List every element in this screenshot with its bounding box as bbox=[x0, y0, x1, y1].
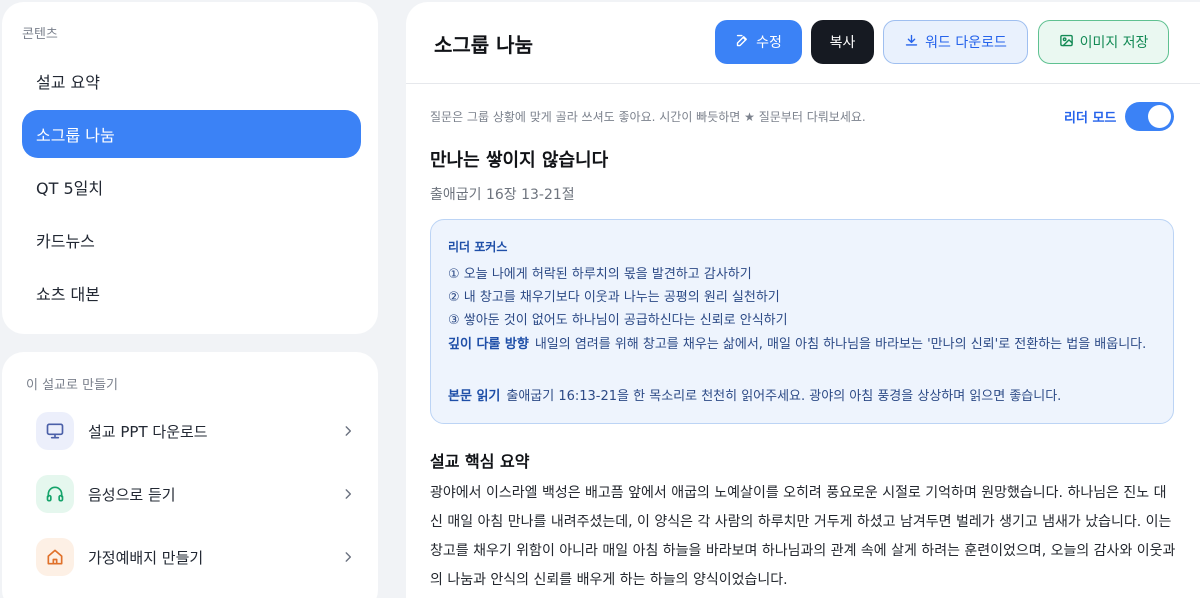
focus-reading-text: 출애굽기 16:13-21을 한 목소리로 천천히 읽어주세요. 광야의 아침 … bbox=[506, 389, 1062, 404]
focus-point: ① 오늘 나에게 허락된 하루치의 몫을 발견하고 감사하기 bbox=[448, 267, 752, 282]
chevron-right-icon bbox=[340, 549, 356, 565]
nav-item-label: 소그룹 나눔 bbox=[36, 126, 115, 145]
make-heading: 이 설교로 만들기 bbox=[26, 378, 118, 393]
edit-button-label: 수정 bbox=[756, 35, 782, 51]
content-nav-panel: 콘텐츠 설교 요약 소그룹 나눔 QT 5일치 카드뉴스 쇼츠 대본 bbox=[2, 2, 378, 334]
nav-item-shorts-script[interactable]: 쇼츠 대본 bbox=[22, 269, 361, 317]
nav-item-small-group[interactable]: 소그룹 나눔 bbox=[22, 110, 361, 158]
main-content-panel: 소그룹 나눔 수정 복사 워드 다운로드 이미지 저장 질문은 그룹 상황에 맞… bbox=[406, 2, 1200, 598]
nav-item-card-news[interactable]: 카드뉴스 bbox=[22, 216, 361, 264]
summary-text: 광야에서 이스라엘 백성은 배고픔 앞에서 애굽의 노예살이를 오히려 풍요로운… bbox=[430, 485, 1176, 588]
make-item-label: 설교 PPT 다운로드 bbox=[88, 422, 208, 441]
focus-reading: 본문 읽기 출애굽기 16:13-21을 한 목소리로 천천히 읽어주세요. 광야… bbox=[448, 384, 1164, 409]
make-item-audio[interactable]: 음성으로 듣기 bbox=[36, 474, 356, 514]
nav-item-label: 카드뉴스 bbox=[36, 232, 95, 251]
monitor-icon bbox=[36, 412, 74, 450]
scripture-reference: 출애굽기 16장 13-21절 bbox=[430, 187, 575, 203]
chevron-right-icon bbox=[340, 423, 356, 439]
save-image-label: 이미지 저장 bbox=[1079, 35, 1149, 51]
make-item-family-worship[interactable]: 가정예배지 만들기 bbox=[36, 537, 356, 577]
focus-reading-label: 본문 읽기 bbox=[448, 389, 501, 404]
content-header: 소그룹 나눔 수정 복사 워드 다운로드 이미지 저장 bbox=[406, 2, 1200, 84]
nav-item-label: QT 5일치 bbox=[36, 179, 104, 198]
leader-mode-label: 리더 모드 bbox=[1064, 111, 1117, 126]
image-icon bbox=[1059, 33, 1074, 52]
usage-hint: 질문은 그룹 상황에 맞게 골라 쓰셔도 좋아요. 시간이 빠듯하면 ★ 질문부… bbox=[430, 110, 866, 124]
toggle-knob bbox=[1148, 105, 1171, 128]
leader-mode-toggle[interactable] bbox=[1125, 102, 1174, 131]
sermon-title: 만나는 쌓이지 않습니다 bbox=[430, 150, 609, 171]
make-with-sermon-panel: 이 설교로 만들기 설교 PPT 다운로드 음성으로 듣기 가정예배지 만들기 bbox=[2, 352, 378, 598]
chevron-right-icon bbox=[340, 486, 356, 502]
word-download-button[interactable]: 워드 다운로드 bbox=[883, 20, 1028, 64]
nav-item-label: 쇼츠 대본 bbox=[36, 285, 100, 304]
edit-button[interactable]: 수정 bbox=[715, 20, 802, 64]
save-image-button[interactable]: 이미지 저장 bbox=[1038, 20, 1169, 64]
copy-button[interactable]: 복사 bbox=[811, 20, 874, 64]
leader-focus-title: 리더 포커스 bbox=[448, 240, 508, 254]
focus-point: ③ 쌓아둔 것이 없어도 하나님이 공급하신다는 신뢰로 안식하기 bbox=[448, 313, 788, 328]
copy-button-label: 복사 bbox=[829, 35, 856, 51]
nav-item-qt[interactable]: QT 5일치 bbox=[22, 163, 361, 211]
focus-direction-label: 깊이 다룰 방향 bbox=[448, 337, 529, 352]
focus-point: ② 내 창고를 채우기보다 이웃과 나누는 공평의 원리 실천하기 bbox=[448, 290, 780, 305]
edit-icon bbox=[735, 33, 750, 52]
make-item-label: 음성으로 듣기 bbox=[88, 485, 176, 504]
home-icon bbox=[36, 538, 74, 576]
focus-direction: 깊이 다룰 방향 내일의 염려를 위해 창고를 채우는 삶에서, 매일 아침 하나… bbox=[448, 332, 1164, 357]
nav-item-label: 설교 요약 bbox=[36, 73, 100, 92]
download-icon bbox=[904, 33, 919, 52]
headphones-icon bbox=[36, 475, 74, 513]
focus-direction-text: 내일의 염려를 위해 창고를 채우는 삶에서, 매일 아침 하나님을 바라보는 … bbox=[534, 337, 1147, 352]
page-title: 소그룹 나눔 bbox=[434, 33, 533, 57]
nav-item-sermon-summary[interactable]: 설교 요약 bbox=[22, 57, 361, 105]
nav-heading: 콘텐츠 bbox=[22, 27, 58, 42]
make-item-label: 가정예배지 만들기 bbox=[88, 548, 204, 567]
summary-title: 설교 핵심 요약 bbox=[430, 452, 530, 471]
leader-focus-box: 리더 포커스 ① 오늘 나에게 허락된 하루치의 몫을 발견하고 감사하기 ② … bbox=[430, 219, 1174, 424]
word-download-label: 워드 다운로드 bbox=[925, 35, 1007, 51]
make-item-ppt[interactable]: 설교 PPT 다운로드 bbox=[36, 411, 356, 451]
